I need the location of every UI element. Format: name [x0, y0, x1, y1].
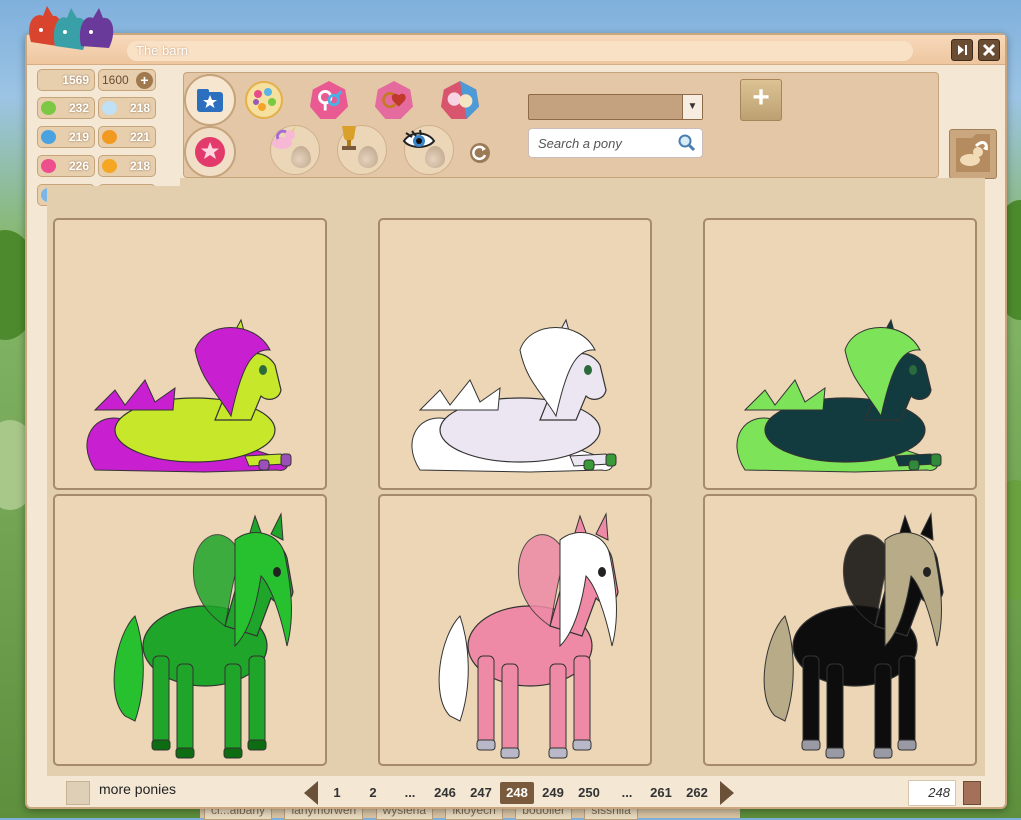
add-money-button[interactable]: +: [136, 72, 153, 89]
stat-value: 219: [68, 130, 89, 144]
eye-icon: [402, 129, 436, 148]
money-value: 1569: [62, 73, 89, 87]
chevron-down-icon[interactable]: ▼: [682, 95, 702, 119]
close-icon: [982, 43, 996, 57]
sort-select[interactable]: ▼: [528, 94, 703, 120]
pony-card[interactable]: [378, 218, 652, 490]
green-standing-pony: [113, 512, 294, 759]
prev-page-icon[interactable]: [304, 781, 318, 805]
stat-value: 232: [68, 101, 89, 115]
pony-card[interactable]: [53, 494, 327, 766]
pony-card[interactable]: [703, 218, 977, 490]
teal-green-lying-pony: [736, 318, 942, 473]
stat-paw-orange: 218: [98, 155, 156, 177]
money-capacity: 1600 +: [98, 69, 156, 91]
more-ponies-checkbox[interactable]: [66, 781, 90, 805]
search-icon[interactable]: [678, 134, 696, 152]
page-link[interactable]: 2: [363, 782, 383, 804]
paw-blue-icon: [41, 130, 56, 144]
gender-icon: [309, 80, 349, 120]
stat-cloud: 218: [98, 97, 156, 119]
pink-star-badge-icon: [195, 137, 225, 167]
apple-icon: [41, 101, 56, 115]
pony-card[interactable]: [53, 218, 327, 490]
window-title: The barn: [127, 41, 913, 61]
paw-orange-icon: [102, 159, 117, 173]
sun-icon: [102, 130, 117, 144]
refresh-icon: [472, 145, 487, 161]
pony-card[interactable]: [703, 494, 977, 766]
filter-breeding-button[interactable]: [440, 80, 480, 120]
close-button[interactable]: [978, 39, 1000, 61]
tab-favorites[interactable]: [184, 126, 236, 178]
page-ellipsis: ...: [404, 785, 416, 800]
page-number-input[interactable]: 248: [908, 780, 956, 806]
page-link[interactable]: 250: [575, 782, 603, 804]
search-field[interactable]: [528, 128, 703, 158]
page-current[interactable]: 248: [500, 782, 534, 804]
filter-couple-button[interactable]: [374, 80, 414, 120]
white-lying-pony: [411, 318, 617, 473]
lime-magenta-lying-pony: [86, 318, 292, 473]
stat-value: 221: [129, 130, 150, 144]
trophy-icon: [342, 126, 356, 150]
stat-apple: 232: [37, 97, 95, 119]
filter-gender-button[interactable]: [309, 80, 349, 120]
color-palette-icon: [245, 81, 283, 119]
page-link[interactable]: 262: [683, 782, 711, 804]
unicorn-icon: [272, 125, 296, 149]
stat-value: 226: [68, 159, 89, 173]
page-ellipsis: ...: [621, 785, 633, 800]
more-ponies-label: more ponies: [99, 781, 177, 797]
page-link[interactable]: 246: [431, 782, 459, 804]
tab-folders[interactable]: [184, 74, 236, 126]
stat-paw-blue: 219: [37, 126, 95, 148]
pony-arrow-icon: [956, 134, 990, 172]
cloud-icon: [102, 101, 117, 115]
skip-icon: [958, 45, 967, 55]
stat-heart: 226: [37, 155, 95, 177]
money-capacity-value: 1600: [102, 73, 129, 87]
ponies-logo: [29, 6, 114, 50]
page-link[interactable]: 261: [647, 782, 675, 804]
pony-pair-icon: [440, 80, 480, 120]
reset-filters-button[interactable]: [470, 143, 490, 163]
titlebar[interactable]: The barn: [27, 35, 1005, 65]
rings-heart-icon: [374, 80, 414, 120]
stat-sun: 221: [98, 126, 156, 148]
blue-folder-star-icon: [197, 89, 223, 112]
page-link[interactable]: 247: [467, 782, 495, 804]
money-counter: 1569: [37, 69, 95, 91]
export-pony-button[interactable]: [949, 129, 997, 179]
search-input[interactable]: [529, 129, 669, 157]
add-pony-button[interactable]: +: [740, 79, 782, 121]
black-gold-standing-pony: [763, 512, 944, 759]
go-to-page-button[interactable]: [963, 781, 981, 805]
page-link[interactable]: 1: [327, 782, 347, 804]
heart-icon: [41, 159, 56, 173]
filter-colors-button[interactable]: [244, 80, 284, 120]
stat-value: 218: [129, 159, 150, 173]
pony-card[interactable]: [378, 494, 652, 766]
next-page-icon[interactable]: [720, 781, 734, 805]
collapse-button[interactable]: [951, 39, 973, 61]
pink-white-standing-pony: [438, 512, 619, 759]
stat-value: 218: [129, 101, 150, 115]
page-link[interactable]: 249: [539, 782, 567, 804]
